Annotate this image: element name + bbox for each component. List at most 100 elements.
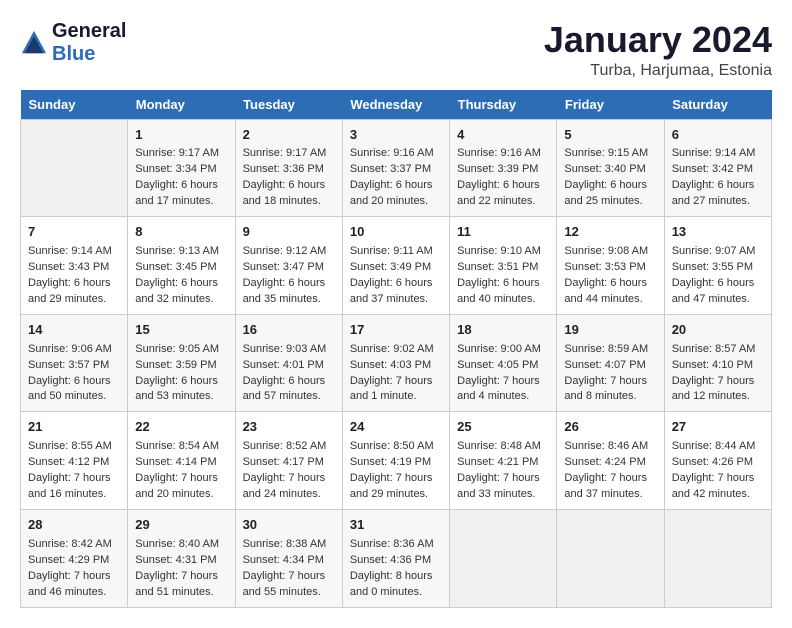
- calendar-cell: 5Sunrise: 9:15 AM Sunset: 3:40 PM Daylig…: [557, 119, 664, 217]
- day-info: Sunrise: 9:15 AM Sunset: 3:40 PM Dayligh…: [564, 146, 656, 210]
- calendar-cell: 26 Sunrise: 8:46 AM Sunset: 4:24 PM Dayli…: [557, 412, 664, 510]
- calendar-cell: 30Sunrise: 8:38 AM Sunset: 4:34 PM Dayli…: [235, 509, 342, 607]
- day-info: Sunrise: 9:11 AM Sunset: 3:49 PM Dayligh…: [350, 244, 442, 308]
- day-info: Sunrise: 9:12 AM Sunset: 3:47 PM Dayligh…: [243, 244, 335, 308]
- day-number: 21: [28, 418, 120, 437]
- calendar-cell: 9 Sunrise: 9:12 AM Sunset: 3:47 PM Daylig…: [235, 217, 342, 315]
- calendar-week-row: 21 Sunrise: 8:55 AM Sunset: 4:12 PM Dayli…: [21, 412, 772, 510]
- day-info: Sunrise: 9:00 AM Sunset: 4:05 PM Dayligh…: [457, 342, 549, 406]
- day-number: 8: [135, 223, 227, 242]
- day-number: 26: [564, 418, 656, 437]
- day-number: 23: [243, 418, 335, 437]
- weekday-header-friday: Friday: [557, 90, 664, 120]
- day-number: 12: [564, 223, 656, 242]
- day-info: Sunrise: 8:59 AM Sunset: 4:07 PM Dayligh…: [564, 342, 656, 406]
- logo-icon: [20, 29, 48, 57]
- calendar-week-row: 14 Sunrise: 9:06 AM Sunset: 3:57 PM Dayli…: [21, 314, 772, 412]
- day-number: 14: [28, 321, 120, 340]
- calendar-cell: 7 Sunrise: 9:14 AM Sunset: 3:43 PM Daylig…: [21, 217, 128, 315]
- day-info: Sunrise: 9:13 AM Sunset: 3:45 PM Dayligh…: [135, 244, 227, 308]
- day-number: 31: [350, 516, 442, 535]
- day-number: 28: [28, 516, 120, 535]
- calendar-cell: 25 Sunrise: 8:48 AM Sunset: 4:21 PM Dayli…: [450, 412, 557, 510]
- day-number: 4: [457, 126, 549, 145]
- weekday-header-wednesday: Wednesday: [342, 90, 449, 120]
- day-number: 11: [457, 223, 549, 242]
- title-block: January 2024 Turba, Harjumaa, Estonia: [544, 20, 772, 80]
- day-info: Sunrise: 8:46 AM Sunset: 4:24 PM Dayligh…: [564, 439, 656, 503]
- calendar-cell: 16 Sunrise: 9:03 AM Sunset: 4:01 PM Dayli…: [235, 314, 342, 412]
- calendar-cell: 28Sunrise: 8:42 AM Sunset: 4:29 PM Dayli…: [21, 509, 128, 607]
- calendar-cell: 23 Sunrise: 8:52 AM Sunset: 4:17 PM Dayli…: [235, 412, 342, 510]
- calendar-cell: 27Sunrise: 8:44 AM Sunset: 4:26 PM Dayli…: [664, 412, 771, 510]
- weekday-header-thursday: Thursday: [450, 90, 557, 120]
- calendar-cell: 14 Sunrise: 9:06 AM Sunset: 3:57 PM Dayli…: [21, 314, 128, 412]
- calendar-cell: 31 Sunrise: 8:36 AM Sunset: 4:36 PM Dayli…: [342, 509, 449, 607]
- calendar-week-row: 28Sunrise: 8:42 AM Sunset: 4:29 PM Dayli…: [21, 509, 772, 607]
- day-number: 25: [457, 418, 549, 437]
- day-number: 1: [135, 126, 227, 145]
- calendar-cell: [664, 509, 771, 607]
- logo: General Blue: [20, 20, 126, 66]
- calendar-week-row: 7 Sunrise: 9:14 AM Sunset: 3:43 PM Daylig…: [21, 217, 772, 315]
- day-number: 29: [135, 516, 227, 535]
- day-number: 22: [135, 418, 227, 437]
- day-info: Sunrise: 8:36 AM Sunset: 4:36 PM Dayligh…: [350, 537, 442, 601]
- day-info: Sunrise: 8:55 AM Sunset: 4:12 PM Dayligh…: [28, 439, 120, 503]
- calendar-cell: 21 Sunrise: 8:55 AM Sunset: 4:12 PM Dayli…: [21, 412, 128, 510]
- calendar-cell: [21, 119, 128, 217]
- calendar-table: SundayMondayTuesdayWednesdayThursdayFrid…: [20, 90, 772, 608]
- calendar-cell: 17Sunrise: 9:02 AM Sunset: 4:03 PM Dayli…: [342, 314, 449, 412]
- day-number: 2: [243, 126, 335, 145]
- day-number: 9: [243, 223, 335, 242]
- day-info: Sunrise: 9:02 AM Sunset: 4:03 PM Dayligh…: [350, 342, 442, 406]
- day-number: 16: [243, 321, 335, 340]
- calendar-cell: [557, 509, 664, 607]
- day-number: 6: [672, 126, 764, 145]
- day-info: Sunrise: 9:17 AM Sunset: 3:34 PM Dayligh…: [135, 146, 227, 210]
- day-info: Sunrise: 8:48 AM Sunset: 4:21 PM Dayligh…: [457, 439, 549, 503]
- day-info: Sunrise: 9:10 AM Sunset: 3:51 PM Dayligh…: [457, 244, 549, 308]
- calendar-cell: [450, 509, 557, 607]
- day-info: Sunrise: 9:03 AM Sunset: 4:01 PM Dayligh…: [243, 342, 335, 406]
- calendar-cell: 24 Sunrise: 8:50 AM Sunset: 4:19 PM Dayli…: [342, 412, 449, 510]
- day-info: Sunrise: 9:16 AM Sunset: 3:37 PM Dayligh…: [350, 146, 442, 210]
- calendar-cell: 10Sunrise: 9:11 AM Sunset: 3:49 PM Dayli…: [342, 217, 449, 315]
- subtitle: Turba, Harjumaa, Estonia: [544, 62, 772, 80]
- day-info: Sunrise: 9:06 AM Sunset: 3:57 PM Dayligh…: [28, 342, 120, 406]
- weekday-header-row: SundayMondayTuesdayWednesdayThursdayFrid…: [21, 90, 772, 120]
- calendar-cell: 18Sunrise: 9:00 AM Sunset: 4:05 PM Dayli…: [450, 314, 557, 412]
- weekday-header-tuesday: Tuesday: [235, 90, 342, 120]
- day-number: 15: [135, 321, 227, 340]
- day-info: Sunrise: 8:57 AM Sunset: 4:10 PM Dayligh…: [672, 342, 764, 406]
- calendar-cell: 19 Sunrise: 8:59 AM Sunset: 4:07 PM Dayli…: [557, 314, 664, 412]
- calendar-cell: 1Sunrise: 9:17 AM Sunset: 3:34 PM Daylig…: [128, 119, 235, 217]
- calendar-cell: 29 Sunrise: 8:40 AM Sunset: 4:31 PM Dayli…: [128, 509, 235, 607]
- day-info: Sunrise: 9:16 AM Sunset: 3:39 PM Dayligh…: [457, 146, 549, 210]
- day-info: Sunrise: 9:14 AM Sunset: 3:43 PM Dayligh…: [28, 244, 120, 308]
- calendar-cell: 22 Sunrise: 8:54 AM Sunset: 4:14 PM Dayli…: [128, 412, 235, 510]
- main-title: January 2024: [544, 20, 772, 60]
- logo-text: General Blue: [52, 20, 126, 66]
- day-info: Sunrise: 9:17 AM Sunset: 3:36 PM Dayligh…: [243, 146, 335, 210]
- day-info: Sunrise: 8:50 AM Sunset: 4:19 PM Dayligh…: [350, 439, 442, 503]
- calendar-cell: 2Sunrise: 9:17 AM Sunset: 3:36 PM Daylig…: [235, 119, 342, 217]
- page-header: General Blue January 2024 Turba, Harjuma…: [20, 20, 772, 80]
- day-number: 24: [350, 418, 442, 437]
- day-number: 7: [28, 223, 120, 242]
- day-info: Sunrise: 8:52 AM Sunset: 4:17 PM Dayligh…: [243, 439, 335, 503]
- calendar-cell: 20Sunrise: 8:57 AM Sunset: 4:10 PM Dayli…: [664, 314, 771, 412]
- calendar-cell: 6Sunrise: 9:14 AM Sunset: 3:42 PM Daylig…: [664, 119, 771, 217]
- weekday-header-monday: Monday: [128, 90, 235, 120]
- day-info: Sunrise: 8:40 AM Sunset: 4:31 PM Dayligh…: [135, 537, 227, 601]
- day-info: Sunrise: 8:38 AM Sunset: 4:34 PM Dayligh…: [243, 537, 335, 601]
- calendar-cell: 12Sunrise: 9:08 AM Sunset: 3:53 PM Dayli…: [557, 217, 664, 315]
- calendar-cell: 13Sunrise: 9:07 AM Sunset: 3:55 PM Dayli…: [664, 217, 771, 315]
- day-info: Sunrise: 9:14 AM Sunset: 3:42 PM Dayligh…: [672, 146, 764, 210]
- day-number: 19: [564, 321, 656, 340]
- day-info: Sunrise: 9:05 AM Sunset: 3:59 PM Dayligh…: [135, 342, 227, 406]
- calendar-cell: 15 Sunrise: 9:05 AM Sunset: 3:59 PM Dayli…: [128, 314, 235, 412]
- day-number: 5: [564, 126, 656, 145]
- day-info: Sunrise: 8:44 AM Sunset: 4:26 PM Dayligh…: [672, 439, 764, 503]
- day-info: Sunrise: 8:54 AM Sunset: 4:14 PM Dayligh…: [135, 439, 227, 503]
